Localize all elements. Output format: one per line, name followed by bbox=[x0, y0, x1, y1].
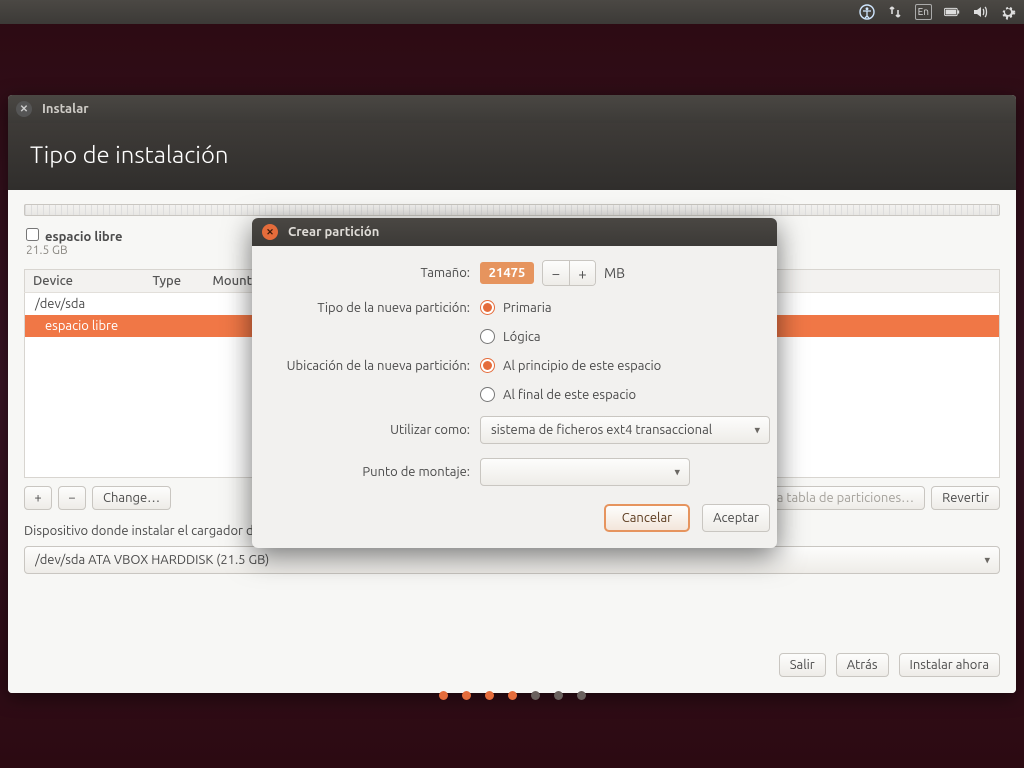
remove-partition-button[interactable]: − bbox=[58, 486, 86, 510]
top-panel: En bbox=[0, 0, 1024, 24]
window-titlebar: ✕ Instalar bbox=[8, 95, 1016, 123]
dot bbox=[462, 691, 471, 700]
battery-icon[interactable] bbox=[944, 4, 960, 20]
mount-point-select[interactable] bbox=[480, 458, 690, 486]
pager-dots bbox=[0, 691, 1024, 700]
type-primary-label: Primaria bbox=[503, 301, 552, 315]
size-increment-button[interactable]: + bbox=[569, 261, 595, 285]
location-begin-label: Al principio de este espacio bbox=[503, 359, 661, 373]
size-label: Tamaño: bbox=[270, 266, 470, 280]
use-as-label: Utilizar como: bbox=[270, 423, 470, 437]
free-space-checkbox[interactable] bbox=[26, 228, 39, 241]
type-logical-label: Lógica bbox=[503, 330, 541, 344]
partition-bar bbox=[24, 204, 1000, 216]
dialog-title: Crear partición bbox=[288, 225, 379, 239]
size-unit: MB bbox=[604, 265, 625, 281]
accessibility-icon[interactable] bbox=[859, 4, 875, 20]
back-button[interactable]: Atrás bbox=[836, 653, 889, 677]
size-decrement-button[interactable]: − bbox=[543, 261, 569, 285]
row-device: /dev/sda bbox=[25, 293, 145, 316]
ok-button[interactable]: Aceptar bbox=[702, 504, 770, 532]
dot bbox=[485, 691, 494, 700]
location-end-label: Al final de este espacio bbox=[503, 388, 636, 402]
cancel-button[interactable]: Cancelar bbox=[604, 504, 690, 532]
dot bbox=[577, 691, 586, 700]
row-free: espacio libre bbox=[25, 315, 145, 337]
nav-buttons: Salir Atrás Instalar ahora bbox=[24, 639, 1000, 677]
mount-point-label: Punto de montaje: bbox=[270, 465, 470, 479]
location-begin-radio[interactable] bbox=[480, 358, 495, 373]
type-label: Tipo de la nueva partición: bbox=[270, 301, 470, 315]
keyboard-layout-indicator[interactable]: En bbox=[915, 4, 932, 20]
add-partition-button[interactable]: + bbox=[24, 486, 52, 510]
volume-icon[interactable] bbox=[972, 4, 988, 20]
create-partition-dialog: ✕ Crear partición Tamaño: − + MB Tipo de… bbox=[252, 218, 777, 548]
dot bbox=[508, 691, 517, 700]
network-icon[interactable] bbox=[887, 4, 903, 20]
bootloader-select-wrap: /dev/sda ATA VBOX HARDDISK (21.5 GB) bbox=[24, 546, 1000, 574]
window-title: Instalar bbox=[42, 102, 89, 116]
gear-icon[interactable] bbox=[1000, 4, 1016, 20]
location-label: Ubicación de la nueva partición: bbox=[270, 359, 470, 373]
close-icon[interactable]: ✕ bbox=[262, 224, 278, 240]
col-type[interactable]: Type bbox=[145, 270, 205, 293]
revert-button[interactable]: Revertir bbox=[931, 486, 1000, 510]
type-logical-radio[interactable] bbox=[480, 329, 495, 344]
dot bbox=[554, 691, 563, 700]
free-space-title: espacio libre bbox=[45, 230, 122, 244]
use-as-select[interactable]: sistema de ficheros ext4 transaccional bbox=[480, 416, 770, 444]
location-end-radio[interactable] bbox=[480, 387, 495, 402]
change-partition-button[interactable]: Change… bbox=[92, 486, 171, 510]
dot bbox=[439, 691, 448, 700]
type-primary-radio[interactable] bbox=[480, 300, 495, 315]
close-icon[interactable]: ✕ bbox=[16, 101, 32, 117]
col-device[interactable]: Device bbox=[25, 270, 145, 293]
quit-button[interactable]: Salir bbox=[779, 653, 826, 677]
dialog-titlebar: ✕ Crear partición bbox=[252, 218, 777, 246]
install-now-button[interactable]: Instalar ahora bbox=[899, 653, 1000, 677]
page-title: Tipo de instalación bbox=[8, 123, 1016, 190]
size-input[interactable] bbox=[480, 262, 534, 284]
dot bbox=[531, 691, 540, 700]
bootloader-select[interactable]: /dev/sda ATA VBOX HARDDISK (21.5 GB) bbox=[24, 546, 1000, 574]
